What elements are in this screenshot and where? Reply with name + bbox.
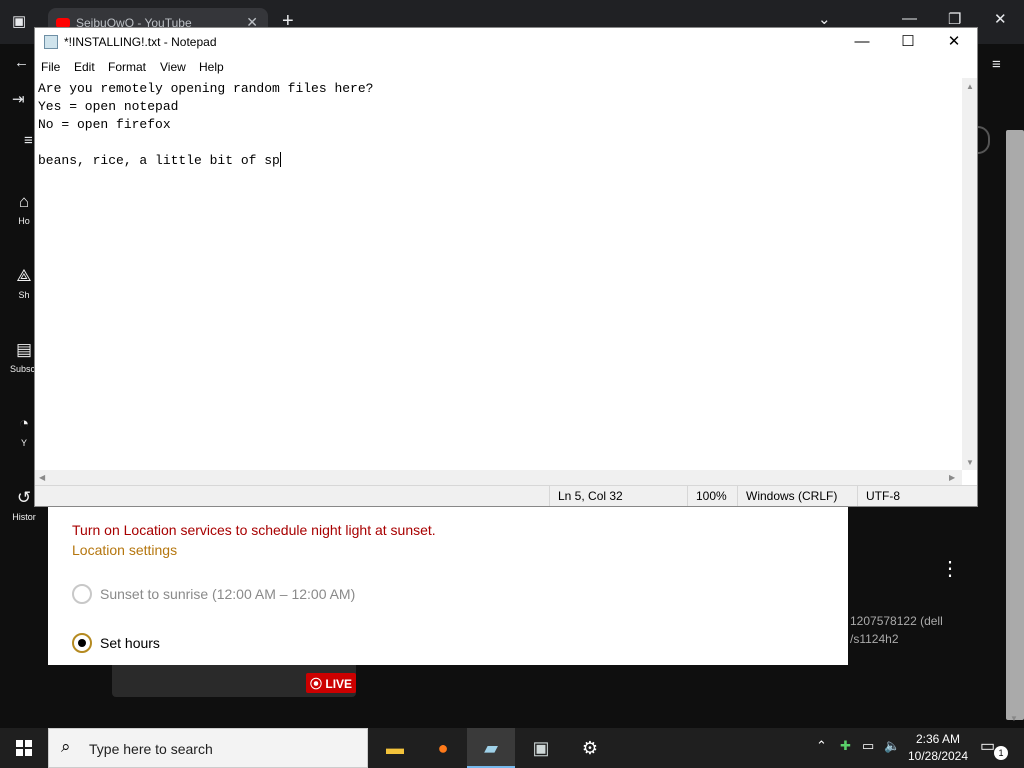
notepad-vertical-scrollbar[interactable]: ▲ ▼ <box>962 78 977 470</box>
notepad-text-content: Are you remotely opening random files he… <box>38 81 374 168</box>
scroll-down-icon[interactable]: ▼ <box>966 458 974 467</box>
menu-help[interactable]: Help <box>199 60 224 74</box>
maximize-icon: ☐ <box>901 33 915 50</box>
gear-icon: ⚙ <box>581 738 599 758</box>
description-line-2: /s1124h2 <box>850 632 899 646</box>
window-app-icon: ▣ <box>532 738 550 758</box>
sunset-to-sunrise-radio[interactable] <box>72 584 92 604</box>
voice-search-button[interactable] <box>978 126 990 154</box>
menu-edit[interactable]: Edit <box>74 60 95 74</box>
menu-view[interactable]: View <box>160 60 186 74</box>
text-caret <box>279 152 281 167</box>
status-zoom: 100% <box>687 486 737 506</box>
clock-date[interactable]: 10/28/2024 <box>906 749 970 763</box>
taskbar: ⌕ Type here to search ▬ ● ▰ ▣ ⚙ ⌃ ✚ ▭ 🔈 … <box>0 728 1024 768</box>
set-hours-label: Set hours <box>100 635 160 651</box>
maximize-button[interactable]: ☐ <box>885 28 931 56</box>
notepad-menubar: File Edit Format View Help <box>35 56 977 78</box>
video-description: 1207578122 (dell /s1124h2 <box>850 612 970 648</box>
nav-you-label: Y <box>20 438 27 448</box>
location-settings-link[interactable]: Location settings <box>72 542 177 558</box>
menu-file[interactable]: File <box>41 60 60 74</box>
file-explorer-button[interactable]: ▬ <box>371 728 419 768</box>
search-icon: ⌕ <box>61 737 71 756</box>
settings-button[interactable]: ⚙ <box>566 728 614 768</box>
scroll-left-icon[interactable]: ◀ <box>39 473 45 482</box>
close-button[interactable]: ✕ <box>931 28 977 56</box>
status-encoding: UTF-8 <box>857 486 977 506</box>
notepad-app-icon: ▰ <box>484 738 498 758</box>
more-options-icon[interactable]: ⋮ <box>940 556 960 581</box>
menu-format[interactable]: Format <box>108 60 146 74</box>
browser-close-icon[interactable]: ✕ <box>994 10 1007 28</box>
scroll-right-icon[interactable]: ▶ <box>949 473 955 482</box>
windows-logo-icon <box>16 740 32 756</box>
live-badge: ⦿ LIVE <box>306 673 356 693</box>
minimize-icon: — <box>854 33 870 50</box>
tab-search-icon[interactable]: ▣ <box>12 12 26 30</box>
status-position: Ln 5, Col 32 <box>549 486 687 506</box>
close-icon: ✕ <box>947 33 961 50</box>
tab-list-icon[interactable]: ⌄ <box>818 10 831 28</box>
live-icon: ⦿ <box>310 677 323 691</box>
network-icon[interactable]: ▭ <box>862 738 874 754</box>
browser-minimize-icon[interactable]: — <box>902 10 917 27</box>
firefox-button[interactable]: ● <box>419 728 467 768</box>
scroll-up-icon[interactable]: ▲ <box>966 82 974 91</box>
nav-history-label: Histor <box>12 512 36 522</box>
sign-in-icon[interactable]: ⇥ <box>12 90 25 108</box>
notification-count: 1 <box>994 746 1008 760</box>
notepad-taskbar-button[interactable]: ▰ <box>467 728 515 768</box>
security-status-icon[interactable]: ✚ <box>840 738 851 754</box>
menu-icon[interactable]: ≡ <box>24 132 33 149</box>
start-button[interactable] <box>0 728 48 768</box>
notepad-title: *!INSTALLING!.txt - Notepad <box>64 35 217 49</box>
notepad-icon <box>44 35 58 49</box>
night-light-settings-panel: Turn on Location services to schedule ni… <box>48 507 848 665</box>
volume-icon[interactable]: 🔈 <box>884 738 900 754</box>
search-placeholder: Type here to search <box>89 741 213 757</box>
window-app-button[interactable]: ▣ <box>517 728 565 768</box>
browser-menu-icon[interactable]: ≡ <box>992 56 1001 73</box>
clock-time[interactable]: 2:36 AM <box>906 732 970 746</box>
notepad-horizontal-scrollbar[interactable]: ◀ ▶ <box>35 470 962 485</box>
notepad-window: *!INSTALLING!.txt - Notepad — ☐ ✕ File E… <box>34 27 978 507</box>
notepad-titlebar[interactable]: *!INSTALLING!.txt - Notepad — ☐ ✕ <box>35 28 977 56</box>
show-hidden-icons-icon[interactable]: ⌃ <box>816 738 827 754</box>
browser-restore-icon[interactable]: ❐ <box>948 10 961 28</box>
status-line-endings: Windows (CRLF) <box>737 486 857 506</box>
back-arrow-icon[interactable]: ← <box>14 54 29 71</box>
minimize-button[interactable]: — <box>839 28 885 56</box>
location-warning: Turn on Location services to schedule ni… <box>72 522 436 538</box>
scroll-down-arrow-icon[interactable]: ▼ <box>1010 714 1018 723</box>
live-label: LIVE <box>325 677 353 691</box>
firefox-icon: ● <box>437 738 449 758</box>
folder-icon: ▬ <box>386 738 404 758</box>
nav-home-label: Ho <box>18 216 30 226</box>
description-line-1: 1207578122 (dell <box>850 614 943 628</box>
notepad-statusbar: Ln 5, Col 32 100% Windows (CRLF) UTF-8 <box>35 485 977 506</box>
sunset-to-sunrise-label: Sunset to sunrise (12:00 AM – 12:00 AM) <box>100 586 356 602</box>
set-hours-radio[interactable] <box>72 633 92 653</box>
notepad-text-area[interactable]: Are you remotely opening random files he… <box>35 78 962 470</box>
nav-shorts-label: Sh <box>18 290 30 300</box>
taskbar-search-box[interactable]: ⌕ Type here to search <box>48 728 368 768</box>
page-scrollbar[interactable] <box>1006 130 1024 720</box>
